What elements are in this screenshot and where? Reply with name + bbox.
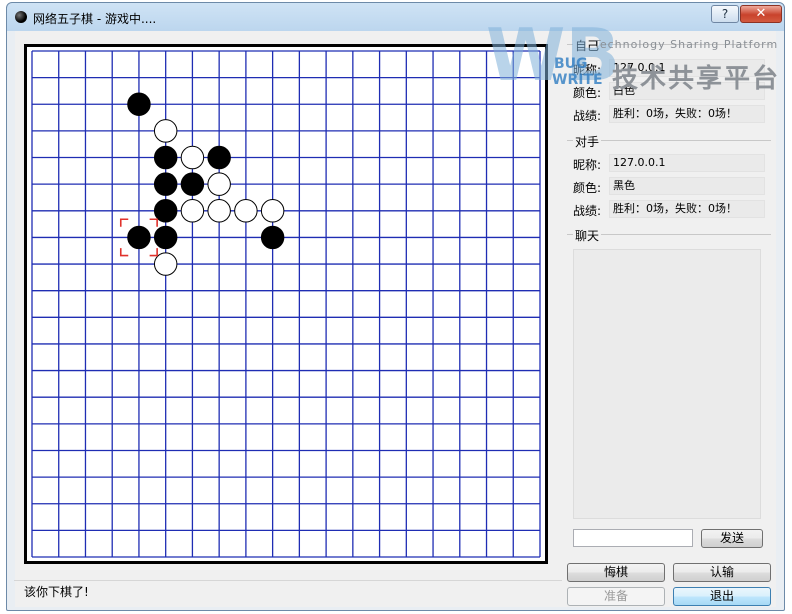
white-stone [207, 172, 231, 196]
chat-group-title: 聊天 [573, 227, 602, 244]
white-stone [180, 145, 205, 170]
white-stone [234, 199, 258, 223]
black-stone [153, 172, 178, 196]
app-icon [15, 11, 27, 23]
chat-input[interactable] [573, 529, 693, 547]
self-record-value: 胜利：0场，失败：0场！ [609, 105, 765, 123]
window-title: 网络五子棋 - 游戏中.... [33, 12, 157, 26]
help-button[interactable]: ? [711, 5, 739, 23]
ready-button[interactable]: 准备 [567, 587, 665, 606]
opponent-record-value: 胜利：0场，失败：0场！ [609, 200, 765, 218]
resign-button[interactable]: 认输 [673, 563, 771, 582]
black-stone [127, 92, 151, 116]
board-background [24, 44, 548, 564]
watermark-chinese: 技术共享平台 [612, 64, 781, 94]
black-stone [207, 145, 231, 170]
opponent-record-label: 战绩: [573, 204, 602, 218]
title-bar[interactable]: 网络五子棋 - 游戏中.... ? ✕ [7, 3, 784, 31]
black-stone [153, 225, 178, 250]
status-text: 该你下棋了! [24, 585, 89, 599]
close-icon: ✕ [755, 6, 767, 21]
opponent-nick-value: 127.0.0.1 [609, 154, 765, 172]
opponent-nick-label: 昵称: [573, 158, 602, 172]
black-stone [260, 225, 285, 250]
black-stone [127, 225, 151, 250]
watermark-tagline: Technology Sharing Platform [594, 38, 779, 51]
white-stone [180, 199, 205, 223]
self-color-label: 颜色: [573, 86, 602, 100]
self-nick-label: 昵称: [573, 63, 602, 77]
chat-group: 聊天 发送 [567, 227, 771, 552]
white-stone [153, 119, 178, 143]
exit-button[interactable]: 退出 [673, 587, 771, 606]
white-stone [260, 199, 285, 223]
chat-log[interactable] [573, 249, 761, 519]
board-canvas[interactable] [24, 44, 548, 564]
opponent-group-title: 对手 [573, 133, 602, 150]
opponent-info-group: 对手 昵称: 127.0.0.1 颜色: 黑色 战绩: 胜利：0场，失败：0场！ [567, 133, 771, 228]
opponent-color-label: 颜色: [573, 181, 602, 195]
white-stone [207, 199, 231, 223]
send-button[interactable]: 发送 [701, 529, 763, 548]
self-record-label: 战绩: [573, 109, 602, 123]
undo-button[interactable]: 悔棋 [567, 563, 665, 582]
black-stone [153, 145, 178, 170]
gomoku-board[interactable] [24, 44, 548, 564]
opponent-color-value: 黑色 [609, 177, 765, 195]
status-bar: 该你下棋了! [14, 580, 562, 604]
black-stone [180, 172, 205, 196]
close-button[interactable]: ✕ [740, 5, 782, 23]
